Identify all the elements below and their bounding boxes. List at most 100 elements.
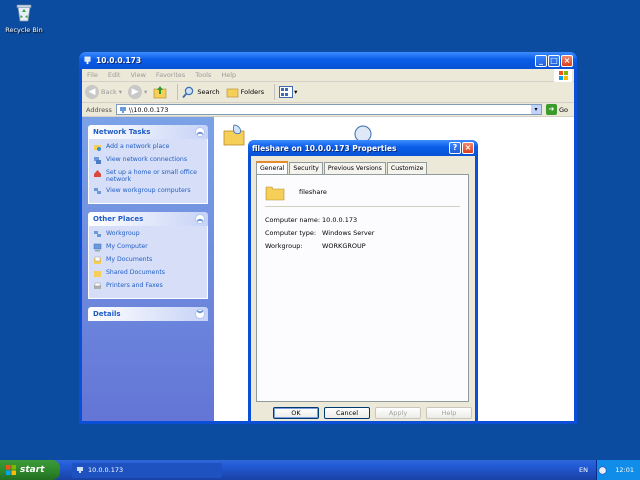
expand-chevron-icon[interactable]: ︾ [195,309,205,319]
network-computer-icon [119,106,126,113]
forward-button[interactable]: ▶ ▾ [128,85,147,99]
dialog-title: fileshare on 10.0.0.173 Properties [252,143,397,153]
folder-up-icon [154,86,167,99]
task-label: Set up a home or small office network [106,169,197,183]
menu-edit[interactable]: Edit [103,71,126,79]
place-label: Printers and Faxes [106,282,163,289]
maximize-button[interactable]: □ [548,54,560,67]
network-tasks-header[interactable]: Network Tasks ︽ [88,125,208,139]
recycle-bin-desktop-icon[interactable]: Recycle Bin [4,2,44,34]
back-arrow-icon: ◀ [85,85,99,99]
tab-previous-versions[interactable]: Previous Versions [323,162,386,174]
menu-tools[interactable]: Tools [190,71,216,79]
close-button[interactable]: × [561,54,573,67]
help-button[interactable]: ? [449,142,461,154]
dialog-titlebar[interactable]: fileshare on 10.0.0.173 Properties ? × [248,140,478,156]
tab-general[interactable]: General [256,161,289,174]
views-icon [279,86,294,98]
workgroup-icon [94,231,101,237]
explorer-titlebar[interactable]: 10.0.0.173 _ □ × [79,52,577,69]
collapse-chevron-icon[interactable]: ︽ [195,214,205,224]
share-name: fileshare [299,188,327,196]
workgroup-computers-icon [94,188,101,194]
search-icon [182,86,194,98]
apply-button[interactable]: Apply [375,407,421,419]
network-computer-icon [84,56,91,65]
folders-label: Folders [240,88,265,96]
address-value: \\10.0.0.173 [128,105,169,114]
forward-arrow-icon: ▶ [128,85,143,99]
views-button[interactable]: ▾ [279,86,297,98]
search-button[interactable]: Search [182,86,220,99]
menu-bar: File Edit View Favorites Tools Help [82,69,574,82]
task-label: View workgroup computers [106,187,191,194]
taskbar: start 10.0.0.173 EN 12:01 [0,460,640,480]
recycle-bin-icon [16,4,32,22]
recycle-bin-label: Recycle Bin [5,26,43,34]
network-computer-icon [77,467,83,473]
up-button[interactable] [153,85,167,99]
menu-favorites[interactable]: Favorites [151,71,190,79]
network-tasks-group: Network Tasks ︽ Add a network place View… [88,125,208,204]
dialog-body: General Security Previous Versions Custo… [251,156,475,421]
task-setup-home-network[interactable]: Set up a home or small office network [93,169,203,183]
taskbar-explorer-item[interactable]: 10.0.0.173 [72,462,222,478]
prop-value: 10.0.0.173 [322,216,358,224]
search-label: Search [197,88,220,96]
windows-logo-icon [6,465,16,475]
details-title: Details [93,310,121,318]
my-computer-icon [93,243,102,252]
place-label: My Documents [106,256,153,263]
other-places-header[interactable]: Other Places ︽ [88,212,208,226]
place-printers-faxes[interactable]: Printers and Faxes [93,282,203,291]
prop-value: Windows Server [322,229,375,237]
dialog-tabs: General Security Previous Versions Custo… [256,161,428,174]
views-dropdown-icon: ▾ [294,88,298,96]
menu-help[interactable]: Help [216,71,241,79]
system-tray: 12:01 [596,460,640,480]
place-my-documents[interactable]: My Documents [93,256,203,265]
address-dropdown-icon[interactable]: ▾ [530,105,541,114]
start-button[interactable]: start [0,460,60,480]
network-tasks-title: Network Tasks [93,128,151,136]
task-add-network-place[interactable]: Add a network place [93,143,203,152]
shared-folder-icon[interactable] [222,123,248,149]
tab-customize[interactable]: Customize [386,162,428,174]
back-label: Back [101,88,117,96]
menu-view[interactable]: View [125,71,150,79]
add-network-place-icon [94,145,101,151]
place-workgroup[interactable]: Workgroup [93,230,203,239]
minimize-button[interactable]: _ [535,54,547,67]
details-header[interactable]: Details ︾ [88,307,208,321]
standard-toolbar: ◀ Back ▾ ▶ ▾ Search Folders ▾ [82,82,574,103]
dialog-buttons: OK Cancel Apply Help [273,407,477,419]
tab-security[interactable]: Security [289,162,323,174]
details-group: Details ︾ [88,307,208,321]
collapse-chevron-icon[interactable]: ︽ [195,127,205,137]
toolbar-separator [274,84,276,100]
tray-status-icon[interactable] [598,465,607,475]
place-shared-documents[interactable]: Shared Documents [93,269,203,278]
go-button[interactable]: ➜ Go [545,104,568,115]
task-pane: Network Tasks ︽ Add a network place View… [82,117,214,421]
network-tasks-body: Add a network place View network connect… [88,139,208,204]
address-bar: Address \\10.0.0.173 ▾ ➜ Go [82,103,574,117]
task-view-workgroup-computers[interactable]: View workgroup computers [93,187,203,196]
language-indicator[interactable]: EN [579,466,588,474]
ok-button[interactable]: OK [273,407,319,419]
menu-file[interactable]: File [82,71,103,79]
help-dialog-button[interactable]: Help [426,407,472,419]
folders-button[interactable]: Folders [226,86,264,99]
back-button[interactable]: ◀ Back ▾ [85,85,122,99]
my-documents-icon [94,256,101,264]
address-input[interactable]: \\10.0.0.173 ▾ [115,104,542,115]
share-header: fileshare [265,183,327,201]
task-view-network-connections[interactable]: View network connections [93,156,203,165]
place-my-computer[interactable]: My Computer [93,243,203,252]
clock[interactable]: 12:01 [615,466,634,474]
place-label: Shared Documents [106,269,166,276]
other-places-title: Other Places [93,215,144,223]
cancel-button[interactable]: Cancel [324,407,370,419]
home-network-icon [94,170,101,177]
dialog-close-button[interactable]: × [462,142,474,154]
